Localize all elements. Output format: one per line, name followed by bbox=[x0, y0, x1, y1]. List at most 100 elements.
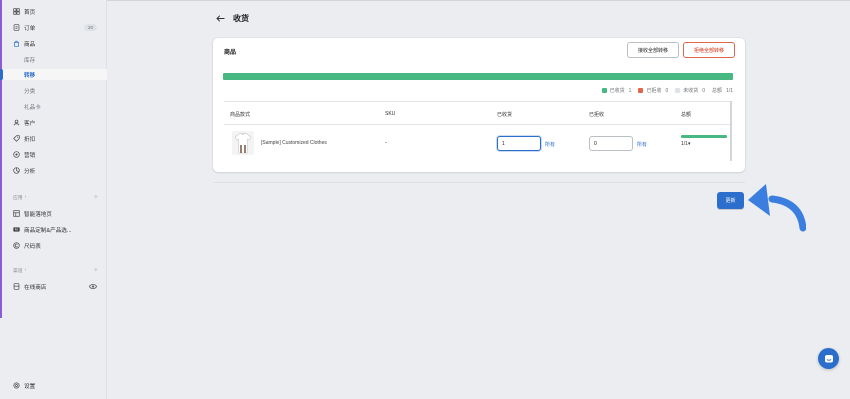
chevron-right-icon: › bbox=[24, 268, 27, 273]
sidebar-item-analytics[interactable]: 分析 bbox=[2, 165, 107, 176]
online-store-icon bbox=[13, 283, 20, 290]
col-received: 已收货 bbox=[497, 112, 513, 118]
sidebar-item-discounts[interactable]: 折扣 bbox=[2, 133, 107, 144]
legend-total-value: 1/1 bbox=[726, 87, 733, 94]
legend-total: 总额 1/1 bbox=[712, 87, 733, 95]
received-quantity-input[interactable]: 1 bbox=[497, 136, 541, 151]
legend-received: 已收货 1 bbox=[601, 87, 632, 94]
product-icon bbox=[13, 40, 20, 47]
row-total-dropdown[interactable]: 1/1▾ bbox=[681, 141, 690, 147]
product-name: [Sample] Customized Clothes bbox=[261, 140, 327, 146]
reject-all-transfers-button[interactable]: 拒绝全部转移 bbox=[683, 42, 735, 58]
sidebar-item-home[interactable]: 首页 bbox=[2, 6, 107, 17]
sidebar-item-label: 设置 bbox=[24, 383, 36, 390]
sidebar-item-label: 折扣 bbox=[24, 136, 36, 143]
received-dot-icon bbox=[601, 88, 607, 93]
sidebar-app-landing-page[interactable]: 智能落地页 bbox=[2, 208, 107, 219]
sidebar-item-label: 首页 bbox=[24, 9, 36, 16]
add-app-icon[interactable]: + bbox=[94, 194, 98, 201]
rejected-quantity-input[interactable]: 0 bbox=[589, 136, 633, 151]
sidebar-item-marketing[interactable]: 营销 bbox=[2, 149, 107, 160]
sidebar-item-label: 商品 bbox=[24, 41, 36, 48]
legend-pending-count: 0 bbox=[702, 87, 706, 94]
product-thumbnail bbox=[232, 131, 254, 155]
transfer-table: 商品款式 SKU 已收货 已拒收 总额 [Sample] Customized … bbox=[224, 101, 732, 161]
sidebar: 首页 订单 20 商品 库存 转移 分类 礼品卡 客户 折扣 营销 分析 应用 … bbox=[0, 0, 107, 399]
sidebar-item-label: 营销 bbox=[24, 152, 36, 159]
legend-total-label: 总额 bbox=[712, 88, 723, 94]
accept-all-transfers-button[interactable]: 接收全部转移 bbox=[627, 42, 679, 58]
sidebar-item-label: 商品定制&产品选... bbox=[24, 227, 72, 234]
sidebar-item-label: 智能落地页 bbox=[24, 211, 52, 218]
arrow-left-icon bbox=[215, 14, 224, 22]
status-legend: 已收货 1 已拒收 0 未收货 0 总额 1/1 bbox=[595, 87, 733, 94]
chat-icon bbox=[824, 354, 833, 362]
legend-rejected-label: 已拒收 bbox=[646, 88, 662, 94]
svg-text:PO: PO bbox=[15, 229, 18, 232]
gear-icon bbox=[13, 382, 20, 389]
customer-icon bbox=[13, 119, 20, 126]
add-channel-icon[interactable]: + bbox=[94, 267, 98, 274]
col-rejected: 已拒收 bbox=[589, 112, 605, 118]
tshirt-image bbox=[234, 132, 252, 154]
sidebar-item-gift-cards[interactable]: 礼品卡 bbox=[2, 101, 107, 112]
sidebar-item-label: 在线商店 bbox=[24, 284, 47, 291]
footer-divider bbox=[213, 182, 745, 183]
apps-section-header: 应用 › + bbox=[13, 194, 98, 201]
page-title: 收货 bbox=[233, 13, 249, 23]
sidebar-app-size-chart[interactable]: 尺码表 bbox=[2, 240, 107, 251]
table-header: 商品款式 SKU 已收货 已拒收 总额 bbox=[224, 101, 732, 125]
sidebar-item-label: 分析 bbox=[24, 168, 36, 175]
col-total: 总额 bbox=[681, 112, 692, 118]
discount-icon bbox=[13, 135, 20, 142]
col-sku: SKU bbox=[385, 111, 396, 117]
sidebar-item-orders[interactable]: 订单 20 bbox=[2, 22, 107, 33]
legend-rejected: 已拒收 0 bbox=[638, 87, 668, 94]
rejected-dot-icon bbox=[638, 88, 644, 93]
marketing-icon bbox=[13, 151, 20, 158]
eye-icon[interactable] bbox=[89, 283, 97, 290]
sidebar-item-label: 分类 bbox=[24, 88, 36, 95]
sidebar-item-label: 尺码表 bbox=[24, 243, 41, 250]
sidebar-item-products[interactable]: 商品 bbox=[2, 38, 107, 49]
orders-count-badge: 20 bbox=[83, 24, 97, 31]
sidebar-item-label: 客户 bbox=[24, 120, 36, 127]
products-card: 商品 接收全部转移 拒绝全部转移 已收货 1 已拒收 0 未收货 0 总额 1/… bbox=[213, 38, 745, 172]
chevron-right-icon: › bbox=[24, 195, 27, 200]
sidebar-item-label: 转移 bbox=[24, 72, 36, 79]
landing-page-icon bbox=[13, 210, 20, 217]
receive-progress-bar bbox=[223, 73, 733, 80]
legend-pending: 未收货 0 bbox=[675, 87, 705, 94]
chat-button[interactable] bbox=[818, 348, 839, 369]
channels-section-label: 渠道 bbox=[13, 269, 23, 274]
sidebar-app-customization[interactable]: PO 商品定制&产品选... bbox=[2, 224, 107, 235]
customization-icon: PO bbox=[13, 226, 20, 233]
back-button[interactable] bbox=[213, 11, 227, 25]
legend-received-label: 已收货 bbox=[609, 88, 625, 94]
sidebar-item-collections[interactable]: 分类 bbox=[2, 85, 107, 96]
legend-pending-label: 未收货 bbox=[683, 88, 699, 94]
sidebar-item-label: 库存 bbox=[24, 57, 36, 64]
sidebar-item-label: 订单 bbox=[24, 25, 36, 32]
received-all-link[interactable]: 所有 bbox=[545, 141, 555, 148]
order-icon bbox=[13, 24, 20, 31]
receive-progress-fill bbox=[223, 73, 733, 80]
sidebar-item-customers[interactable]: 客户 bbox=[2, 117, 107, 128]
table-row: [Sample] Customized Clothes - 1 所有 0 所有 … bbox=[224, 126, 732, 160]
pending-dot-icon bbox=[675, 88, 681, 93]
analytics-icon bbox=[13, 167, 20, 174]
sidebar-item-transfers[interactable]: 转移 bbox=[0, 69, 107, 80]
pointer-arrow-icon bbox=[748, 184, 806, 232]
sidebar-item-inventory[interactable]: 库存 bbox=[2, 54, 107, 65]
sidebar-item-label: 礼品卡 bbox=[24, 104, 41, 111]
home-icon bbox=[13, 8, 20, 15]
rejected-all-link[interactable]: 所有 bbox=[637, 141, 647, 148]
sidebar-item-settings[interactable]: 设置 bbox=[2, 380, 107, 391]
table-scrollbar[interactable] bbox=[730, 101, 732, 161]
apps-section-label: 应用 bbox=[13, 196, 23, 201]
sidebar-channel-online-store[interactable]: 在线商店 bbox=[2, 281, 107, 292]
update-button[interactable]: 更新 bbox=[717, 192, 744, 209]
card-title: 商品 bbox=[224, 50, 237, 56]
legend-received-count: 1 bbox=[628, 87, 632, 94]
top-border bbox=[107, 0, 850, 1]
